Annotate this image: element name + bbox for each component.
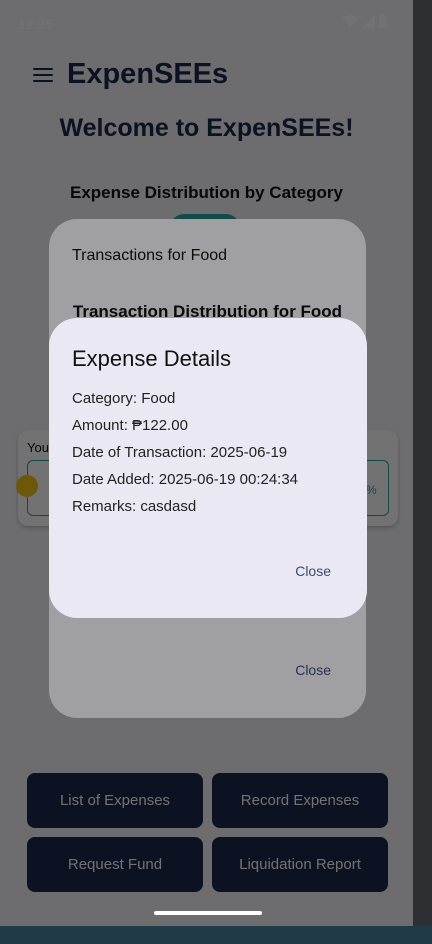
details-close-button[interactable]: Close (295, 563, 331, 579)
detail-remarks: Remarks: casdasd (72, 498, 197, 515)
detail-date-transaction: Date of Transaction: 2025-06-19 (72, 444, 288, 461)
screen-edge-right (413, 0, 432, 926)
detail-date-added: Date Added: 2025-06-19 00:24:34 (72, 471, 299, 488)
gesture-nav-handle[interactable] (154, 911, 262, 915)
expense-details-dialog: Expense Details Category: Food Amount: ₱… (49, 318, 367, 618)
detail-amount: Amount: ₱122.00 (72, 417, 188, 434)
detail-category: Category: Food (72, 390, 176, 407)
expense-details-title: Expense Details (72, 346, 231, 371)
phone-screen: 12:25 ExpenSEEs Welcome to ExpenSEEs! Ex… (0, 0, 413, 926)
screen-edge-bottom (0, 926, 432, 944)
